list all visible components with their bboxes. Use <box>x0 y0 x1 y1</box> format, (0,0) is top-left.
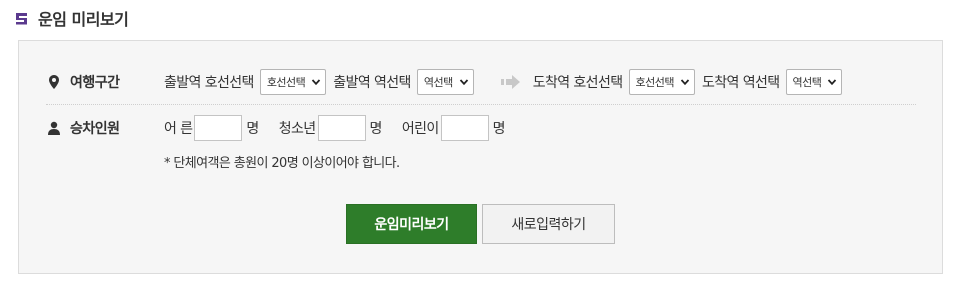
fare-preview-button[interactable]: 운임미리보기 <box>346 204 477 244</box>
departure-station-select[interactable]: 역선택 <box>416 69 474 95</box>
arrival-line-label: 도착역 호선선택 <box>532 75 623 91</box>
group-fare-note: * 단체여객은 총원이 20명 이상이어야 합니다. <box>164 156 400 171</box>
reset-button[interactable]: 새로입력하기 <box>482 204 615 244</box>
departure-station-label: 출발역 역선택 <box>333 75 411 91</box>
arrival-line-select[interactable]: 호선선택 <box>628 69 695 95</box>
passenger-label-text: 승차인원 <box>70 121 120 137</box>
child-label: 어린이 <box>401 121 439 137</box>
arrival-station-select-value: 역선택 <box>792 76 822 89</box>
location-pin-icon <box>46 74 62 90</box>
route-row: 여행구간 출발역 호선선택 호선선택 출발역 역선택 역선택 도착역 호선선택 <box>46 65 915 99</box>
route-label-text: 여행구간 <box>70 75 120 91</box>
chevron-down-icon <box>680 77 690 87</box>
youth-unit: 명 <box>369 121 383 137</box>
adult-unit: 명 <box>246 121 259 137</box>
youth-label: 청소년 <box>278 121 316 137</box>
departure-station-select-value: 역선택 <box>423 76 453 89</box>
youth-count-input[interactable] <box>317 115 366 141</box>
passenger-row: 승차인원 어 른 명 청소년 명 어린이 명 <box>46 114 915 142</box>
section-title-icon <box>15 11 29 25</box>
section-header: 운임 미리보기 <box>15 6 129 30</box>
adult-count-input[interactable] <box>194 115 243 141</box>
chevron-down-icon <box>827 77 837 87</box>
departure-line-select-value: 호선선택 <box>266 76 306 89</box>
arrival-line-select-value: 호선선택 <box>635 76 675 89</box>
child-count-input[interactable] <box>440 115 489 141</box>
chevron-down-icon <box>459 77 469 87</box>
child-unit: 명 <box>492 121 506 137</box>
row-divider <box>46 104 916 105</box>
arrival-station-select[interactable]: 역선택 <box>785 69 843 95</box>
route-label: 여행구간 <box>46 72 164 92</box>
adult-label: 어 른 <box>164 121 193 137</box>
chevron-down-icon <box>311 77 321 87</box>
section-title: 운임 미리보기 <box>38 10 129 29</box>
arrival-station-label: 도착역 역선택 <box>702 75 780 91</box>
person-icon <box>46 120 62 136</box>
fare-preview-panel: 여행구간 출발역 호선선택 호선선택 출발역 역선택 역선택 도착역 호선선택 <box>18 40 943 274</box>
departure-line-select[interactable]: 호선선택 <box>259 69 327 95</box>
passenger-label: 승차인원 <box>46 118 164 138</box>
arrow-right-icon <box>500 74 521 90</box>
departure-line-label: 출발역 호선선택 <box>164 75 254 91</box>
